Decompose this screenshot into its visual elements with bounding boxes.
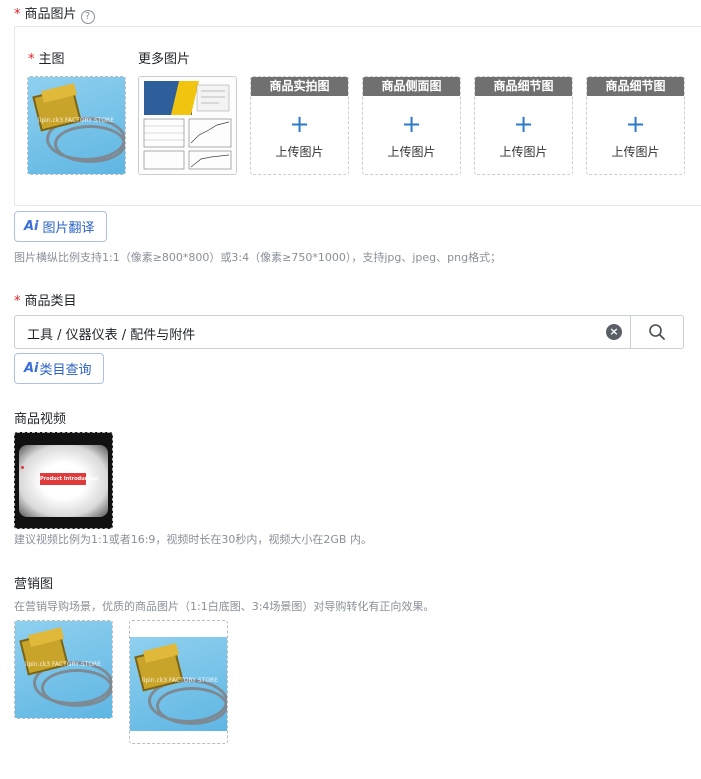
category-search-button[interactable]: [631, 315, 684, 349]
datasheet-image-thumbnail[interactable]: [138, 76, 237, 175]
required-mark: *: [14, 7, 21, 22]
plus-icon: +: [625, 110, 646, 138]
marketing-hint: 在营销导购场景，优质的商品图片（1:1白底图、3:4场景图）对导购转化有正向效果…: [14, 600, 435, 613]
ai-icon: Ai: [24, 361, 39, 376]
image-format-hint: 图片横纵比例支持1:1（像素≥800*800）或3:4（像素≥750*1000）…: [14, 251, 502, 264]
watermark: lipin.ck3 FACTORY STORE: [38, 117, 115, 124]
upload-slot-detail-1[interactable]: 商品细节图 + 上传图片: [474, 76, 573, 175]
category-input[interactable]: 工具 / 仪器仪表 / 配件与附件 ×: [14, 315, 631, 349]
video-hint: 建议视频比例为1:1或者16:9，视频时长在30秒内，视频大小在2GB 内。: [14, 533, 372, 546]
main-image-label-row: * 主图: [28, 48, 65, 67]
datasheet-graphic: [139, 77, 236, 174]
more-images-label: 更多图片: [138, 52, 191, 67]
marketing-image-portrait[interactable]: lipin.ck3 FACTORY STORE: [129, 620, 228, 744]
plus-icon: +: [513, 110, 534, 138]
category-label: 商品类目: [24, 294, 77, 309]
video-cover-title: Product Introduction: [40, 473, 99, 485]
category-value: 工具 / 仪器仪表 / 配件与附件: [27, 328, 196, 343]
upload-label: 上传图片: [275, 145, 324, 159]
image-translate-button[interactable]: Ai 图片翻译: [14, 211, 107, 242]
slot-title: 商品侧面图: [363, 77, 460, 96]
watermark: lipin.ck3 FACTORY STORE: [25, 661, 102, 668]
help-icon[interactable]: ?: [80, 10, 95, 24]
category-query-label: 类目查询: [39, 363, 92, 378]
ai-icon: Ai: [24, 219, 39, 234]
upload-slot-detail-2[interactable]: 商品细节图 + 上传图片: [586, 76, 685, 175]
product-photo: lipin.ck3 FACTORY STORE: [28, 77, 125, 174]
slot-title: 商品细节图: [475, 77, 572, 96]
image-translate-label: 图片翻译: [42, 221, 95, 236]
category-query-button[interactable]: Ai 类目查询: [14, 353, 104, 384]
product-images-label: 商品图片: [24, 7, 77, 22]
video-thumbnail[interactable]: Product Introduction: [14, 432, 113, 529]
required-mark: *: [14, 294, 21, 309]
product-photo: lipin.ck3 FACTORY STORE: [15, 621, 112, 718]
marketing-label: 营销图: [14, 577, 54, 592]
upload-label: 上传图片: [611, 145, 660, 159]
upload-label: 上传图片: [499, 145, 548, 159]
clear-icon[interactable]: ×: [606, 324, 622, 340]
search-icon: [649, 324, 665, 340]
marketing-image-square[interactable]: lipin.ck3 FACTORY STORE: [14, 620, 113, 719]
upload-slot-side-view[interactable]: 商品侧面图 + 上传图片: [362, 76, 461, 175]
required-mark: *: [28, 52, 35, 67]
plus-icon: +: [401, 110, 422, 138]
product-images-label-row: * 商品图片?: [14, 3, 95, 24]
video-label: 商品视频: [14, 412, 67, 427]
slot-title: 商品细节图: [587, 77, 684, 96]
category-label-row: * 商品类目: [14, 290, 77, 309]
product-photo: lipin.ck3 FACTORY STORE: [130, 637, 227, 731]
watermark: lipin.ck3 FACTORY STORE: [142, 677, 219, 684]
upload-slot-real-photo[interactable]: 商品实拍图 + 上传图片: [250, 76, 349, 175]
upload-label: 上传图片: [387, 145, 436, 159]
slot-title: 商品实拍图: [251, 77, 348, 96]
main-image-label: 主图: [38, 52, 65, 67]
main-image-thumbnail[interactable]: lipin.ck3 FACTORY STORE: [27, 76, 126, 175]
plus-icon: +: [289, 110, 310, 138]
